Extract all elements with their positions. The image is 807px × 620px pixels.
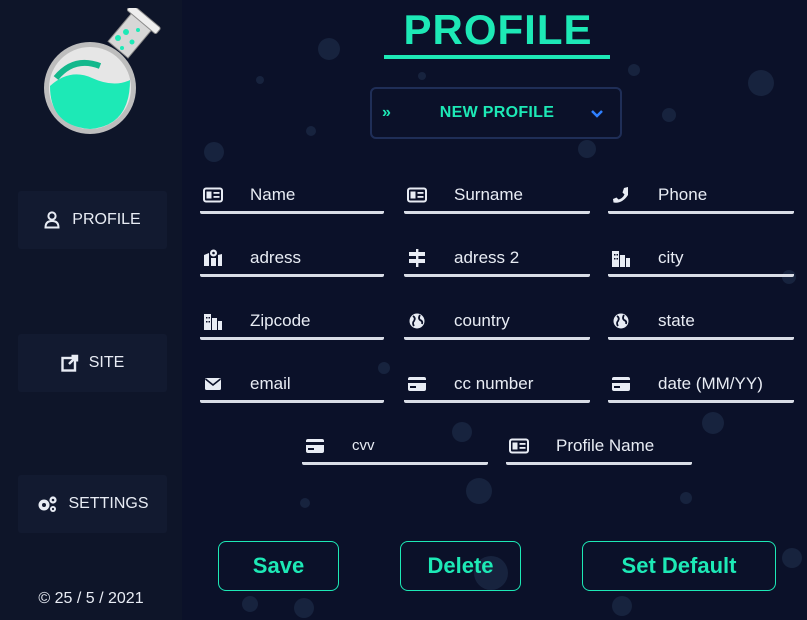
delete-button[interactable]: Delete	[400, 541, 521, 591]
email-field[interactable]: email	[200, 367, 384, 403]
background-dot	[466, 478, 492, 504]
background-dot	[782, 548, 802, 568]
city-placeholder: city	[658, 247, 684, 267]
background-dot	[242, 596, 258, 612]
page-title: PROFILE	[403, 6, 593, 53]
city-icon	[202, 312, 224, 330]
credit-card-icon	[406, 375, 428, 393]
phone-placeholder: Phone	[658, 184, 708, 204]
phone-field[interactable]: Phone	[608, 178, 794, 214]
flask-logo	[44, 8, 161, 134]
background-dot	[680, 492, 692, 504]
name-placeholder: Name	[250, 184, 296, 204]
set-default-button[interactable]: Set Default	[582, 541, 776, 591]
background-dot	[418, 72, 426, 80]
country-placeholder: country	[454, 310, 510, 330]
background-dot	[578, 140, 596, 158]
cvv-field[interactable]: cvv	[302, 429, 488, 465]
background-dot	[256, 76, 264, 84]
map-marked-icon	[202, 249, 224, 267]
sidebar-item-label: SITE	[88, 354, 125, 371]
background-dot	[612, 596, 632, 616]
id-card-icon	[406, 186, 428, 204]
sidebar: PROFILE SITE SETTINGS © 25 / 5 / 2021	[0, 0, 182, 620]
email-placeholder: email	[250, 373, 291, 393]
chevron-down-icon	[588, 104, 606, 122]
sidebar-item-label: SETTINGS	[68, 495, 149, 512]
save-button[interactable]: Save	[218, 541, 339, 591]
background-dot	[306, 126, 316, 136]
profile-name-field[interactable]: Profile Name	[506, 429, 692, 465]
state-placeholder: state	[658, 310, 695, 330]
external-link-icon	[61, 354, 79, 372]
background-dot	[300, 498, 310, 508]
surname-placeholder: Surname	[454, 184, 523, 204]
background-dot	[628, 64, 640, 76]
expiry-placeholder: date (MM/YY)	[658, 373, 763, 393]
sidebar-item-settings[interactable]: SETTINGS	[18, 475, 167, 533]
profile-select-value: NEW PROFILE	[439, 104, 555, 121]
cogs-icon	[36, 495, 58, 513]
id-card-icon	[508, 437, 530, 455]
address2-placeholder: adress 2	[454, 247, 520, 267]
address-field[interactable]: adress	[200, 241, 384, 277]
copyright: © 25 / 5 / 2021	[38, 590, 144, 607]
title-underline	[384, 55, 610, 59]
background-dot	[294, 598, 314, 618]
sidebar-item-site[interactable]: SITE	[18, 334, 167, 392]
user-icon	[44, 211, 62, 229]
cc-number-placeholder: cc number	[454, 373, 534, 393]
address2-field[interactable]: adress 2	[404, 241, 590, 277]
country-field[interactable]: country	[404, 304, 590, 340]
chevrons-right-icon: »	[382, 104, 391, 121]
address-placeholder: adress	[250, 247, 302, 267]
zipcode-placeholder: Zipcode	[250, 310, 311, 330]
city-icon	[610, 249, 632, 267]
credit-card-icon	[304, 437, 326, 455]
zipcode-field[interactable]: Zipcode	[200, 304, 384, 340]
background-dot	[748, 70, 774, 96]
id-card-icon	[202, 186, 224, 204]
phone-icon	[610, 186, 632, 204]
cvv-placeholder: cvv	[352, 437, 375, 454]
main-panel: PROFILE » NEW PROFILE Name Surname Phone…	[182, 0, 807, 620]
expiry-field[interactable]: date (MM/YY)	[608, 367, 794, 403]
state-field[interactable]: state	[608, 304, 794, 340]
globe-icon	[610, 312, 632, 330]
profile-select[interactable]: » NEW PROFILE	[370, 87, 622, 139]
signs-icon	[406, 248, 428, 267]
profile-name-placeholder: Profile Name	[556, 435, 655, 455]
background-dot	[204, 142, 224, 162]
cc-number-field[interactable]: cc number	[404, 367, 590, 403]
background-dot	[702, 412, 724, 434]
surname-field[interactable]: Surname	[404, 178, 590, 214]
sidebar-item-label: PROFILE	[72, 211, 141, 228]
sidebar-item-profile[interactable]: PROFILE	[18, 191, 167, 249]
credit-card-icon	[610, 375, 632, 393]
envelope-icon	[202, 375, 224, 393]
background-dot	[318, 38, 340, 60]
globe-icon	[406, 312, 428, 330]
background-dot	[662, 108, 676, 122]
name-field[interactable]: Name	[200, 178, 384, 214]
city-field[interactable]: city	[608, 241, 794, 277]
